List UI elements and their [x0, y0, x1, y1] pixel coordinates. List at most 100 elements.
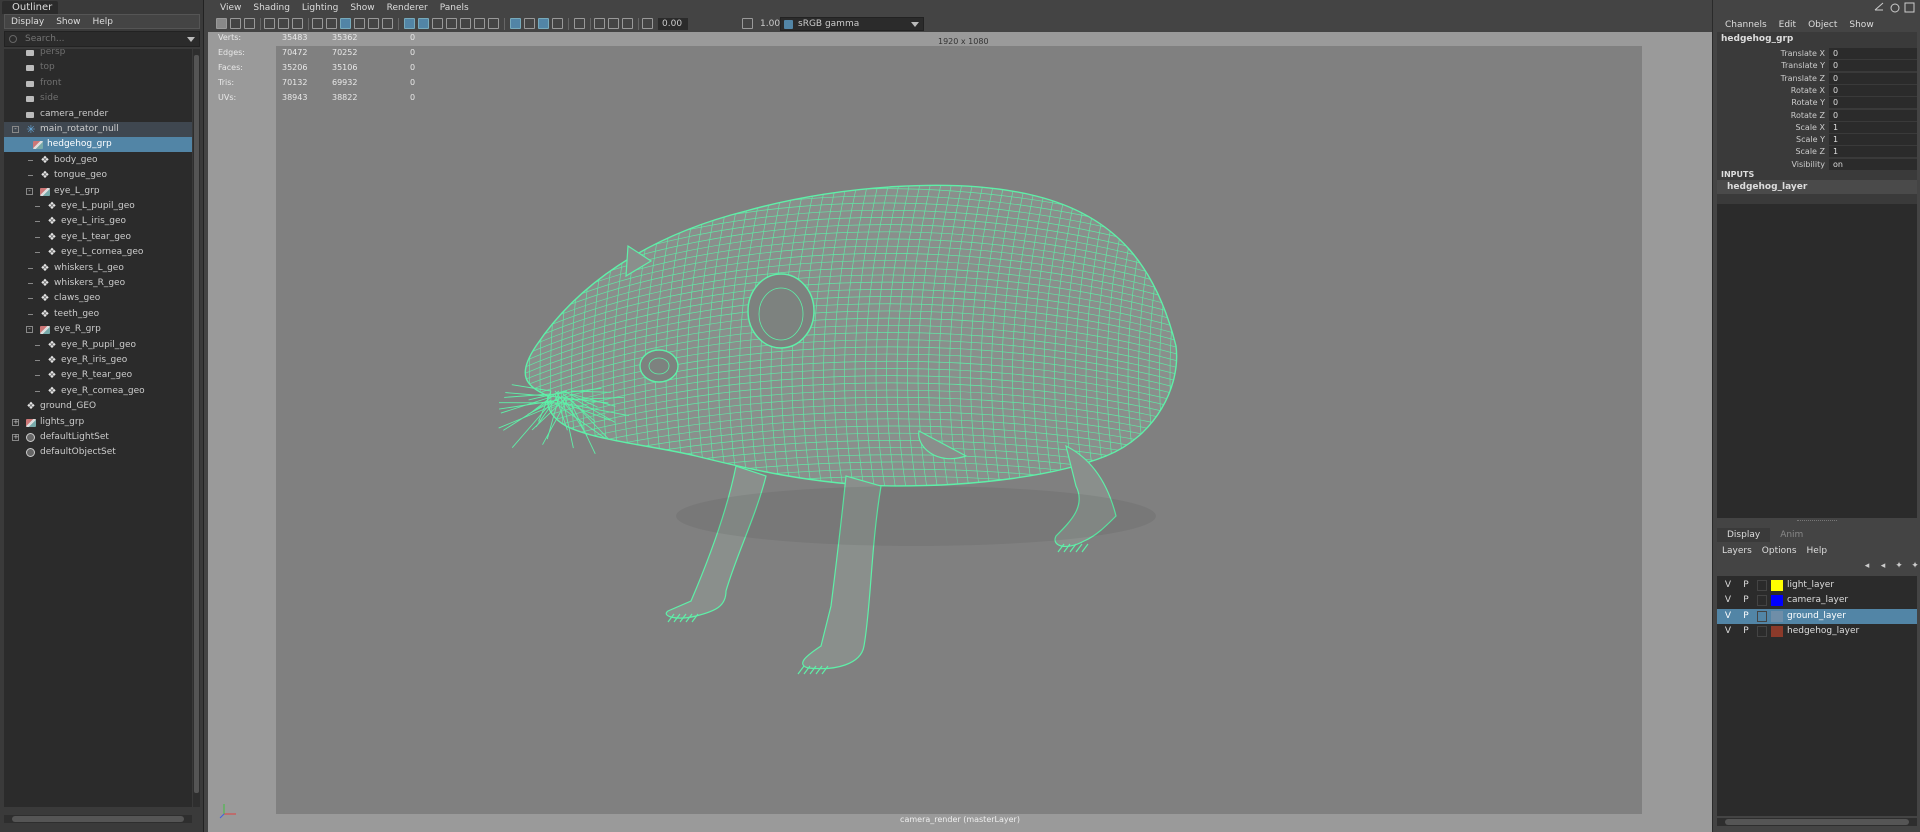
viewport-canvas[interactable]: 1920 x 1080 Verts: 35483 35362 0 Edges: 70472…	[208, 32, 1712, 832]
selected-object-name[interactable]: hedgehog_grp	[1721, 34, 1793, 44]
channel-label[interactable]: Rotate Z	[1791, 110, 1825, 122]
safe-action-icon[interactable]	[382, 18, 393, 29]
default-material-icon[interactable]	[432, 18, 443, 29]
layer-menu-layers[interactable]: Layers	[1717, 544, 1757, 558]
channel-row[interactable]: Translate X 0	[1717, 48, 1917, 60]
outliner-menu-show[interactable]: Show	[50, 15, 86, 28]
xray-active-icon[interactable]	[552, 18, 563, 29]
layer-name[interactable]: ground_layer	[1787, 609, 1846, 624]
wireframe-icon[interactable]	[404, 18, 415, 29]
channel-row[interactable]: Translate Z 0	[1717, 72, 1917, 85]
layer-color-swatch[interactable]	[1771, 580, 1783, 591]
collapse-icon[interactable]: -	[26, 187, 33, 195]
layer-name[interactable]: camera_layer	[1787, 593, 1848, 608]
outliner-item[interactable]: side	[4, 91, 192, 106]
channel-label[interactable]: Scale X	[1795, 122, 1825, 134]
select-camera-icon[interactable]	[216, 18, 227, 29]
move-layer-down-icon[interactable]: ◂	[1877, 561, 1889, 571]
layer-row[interactable]: V Plight_layer	[1717, 578, 1917, 593]
viewport-menu-show[interactable]: Show	[344, 0, 380, 16]
channel-box-menu-object[interactable]: Object	[1802, 18, 1843, 32]
gamma-icon[interactable]	[742, 18, 753, 29]
outliner-item[interactable]: - ✳ main_rotator_null	[4, 122, 192, 137]
channel-value-field[interactable]: 0	[1829, 109, 1917, 121]
outliner-item[interactable]: ❖ eye_R_tear_geo	[4, 368, 192, 383]
outliner-menu-help[interactable]: Help	[86, 15, 119, 28]
layer-playback-toggle[interactable]: P	[1741, 624, 1751, 639]
xray-joints-icon[interactable]	[538, 18, 549, 29]
channel-row[interactable]: Scale Z 1	[1717, 146, 1917, 158]
expand-icon[interactable]: +	[12, 434, 19, 441]
layer-visibility-toggle[interactable]: V	[1723, 609, 1733, 624]
new-empty-layer-icon[interactable]: ✦	[1893, 561, 1905, 571]
channel-label[interactable]: Visibility	[1791, 159, 1825, 171]
layer-display-type-toggle[interactable]	[1757, 580, 1767, 591]
outliner-item[interactable]: defaultObjectSet	[4, 445, 192, 460]
channel-value-field[interactable]: 1	[1829, 146, 1917, 158]
color-space-dropdown[interactable]: sRGB gamma	[780, 17, 924, 31]
input-node-item[interactable]: hedgehog_layer	[1717, 180, 1917, 194]
scrollbar-thumb[interactable]	[12, 816, 184, 822]
tab-display[interactable]: Display	[1717, 528, 1771, 542]
outliner-item[interactable]: ❖ body_geo	[4, 153, 192, 168]
scrollbar-thumb[interactable]	[194, 55, 199, 793]
move-layer-up-icon[interactable]: ◂	[1861, 561, 1873, 571]
outliner-item[interactable]: ❖ eye_R_iris_geo	[4, 353, 192, 368]
outliner-item[interactable]: - eye_R_grp	[4, 322, 192, 337]
expand-icon[interactable]: +	[12, 418, 19, 426]
layer-name[interactable]: hedgehog_layer	[1787, 624, 1859, 639]
modeling-toolkit-icon[interactable]	[1874, 2, 1884, 11]
layer-color-swatch[interactable]	[1771, 610, 1783, 622]
viewport-menu-lighting[interactable]: Lighting	[296, 0, 344, 16]
outliner-item[interactable]: persp	[4, 45, 192, 60]
layer-color-swatch[interactable]	[1771, 626, 1783, 638]
layer-editor-horizontal-scrollbar[interactable]	[1717, 818, 1917, 826]
camera-attributes-icon[interactable]	[230, 18, 241, 29]
viewport-menu-view[interactable]: View	[214, 0, 247, 16]
outliner-menu-display[interactable]: Display	[5, 15, 50, 28]
channel-row[interactable]: Scale Y 1	[1717, 134, 1917, 146]
channel-label[interactable]: Translate X	[1781, 48, 1825, 60]
xray-icon[interactable]	[524, 18, 535, 29]
outliner-item[interactable]: ❖ eye_L_iris_geo	[4, 214, 192, 229]
tab-anim[interactable]: Anim	[1770, 528, 1813, 542]
grid-icon[interactable]	[312, 18, 323, 29]
channel-box-menu-show[interactable]: Show	[1843, 18, 1879, 32]
gamma-field[interactable]: 1.00	[756, 18, 780, 30]
outliner-item[interactable]: front	[4, 76, 192, 91]
layer-menu-help[interactable]: Help	[1802, 544, 1833, 558]
channel-value-field[interactable]: 1	[1829, 121, 1917, 133]
outliner-item[interactable]: camera_render	[4, 107, 192, 122]
field-chart-icon[interactable]	[368, 18, 379, 29]
shadows-icon[interactable]	[474, 18, 485, 29]
viewport-menu-renderer[interactable]: Renderer	[381, 0, 434, 16]
outliner-item[interactable]: ❖ eye_R_cornea_geo	[4, 384, 192, 399]
bookmark-icon[interactable]	[244, 18, 255, 29]
channel-value-field[interactable]: 0	[1829, 48, 1917, 59]
outliner-item[interactable]: hedgehog_grp	[4, 137, 192, 153]
layer-display-type-toggle[interactable]	[1757, 610, 1767, 622]
layer-color-swatch[interactable]	[1771, 595, 1783, 607]
layer-row[interactable]: V Pground_layer	[1717, 608, 1917, 624]
lights-icon[interactable]	[460, 18, 471, 29]
channel-box-menu-edit[interactable]: Edit	[1773, 18, 1802, 32]
collapse-icon[interactable]: -	[12, 126, 19, 133]
layer-menu-options[interactable]: Options	[1757, 544, 1802, 558]
channel-label[interactable]: Scale Z	[1795, 146, 1825, 158]
channel-row[interactable]: Visibility on	[1717, 158, 1917, 171]
smooth-shade-icon[interactable]	[418, 18, 429, 29]
channel-value-field[interactable]: 0	[1829, 72, 1917, 84]
outliner-item[interactable]: ❖ eye_L_tear_geo	[4, 230, 192, 245]
outliner-item[interactable]: top	[4, 60, 192, 75]
attribute-editor-icon[interactable]	[1890, 3, 1900, 13]
outliner-item[interactable]: ❖ ground_GEO	[4, 399, 192, 414]
panel-splitter[interactable]	[1717, 518, 1917, 524]
channel-row[interactable]: Rotate X 0	[1717, 84, 1917, 97]
viewport-menu-shading[interactable]: Shading	[247, 0, 296, 16]
exposure-icon[interactable]	[642, 18, 653, 29]
channel-value-field[interactable]: 0	[1829, 97, 1917, 109]
exposure-field[interactable]: 0.00	[658, 18, 688, 30]
layer-name[interactable]: light_layer	[1787, 578, 1834, 593]
viewport-menu-panels[interactable]: Panels	[434, 0, 475, 16]
outliner-item[interactable]: ❖ tongue_geo	[4, 168, 192, 183]
